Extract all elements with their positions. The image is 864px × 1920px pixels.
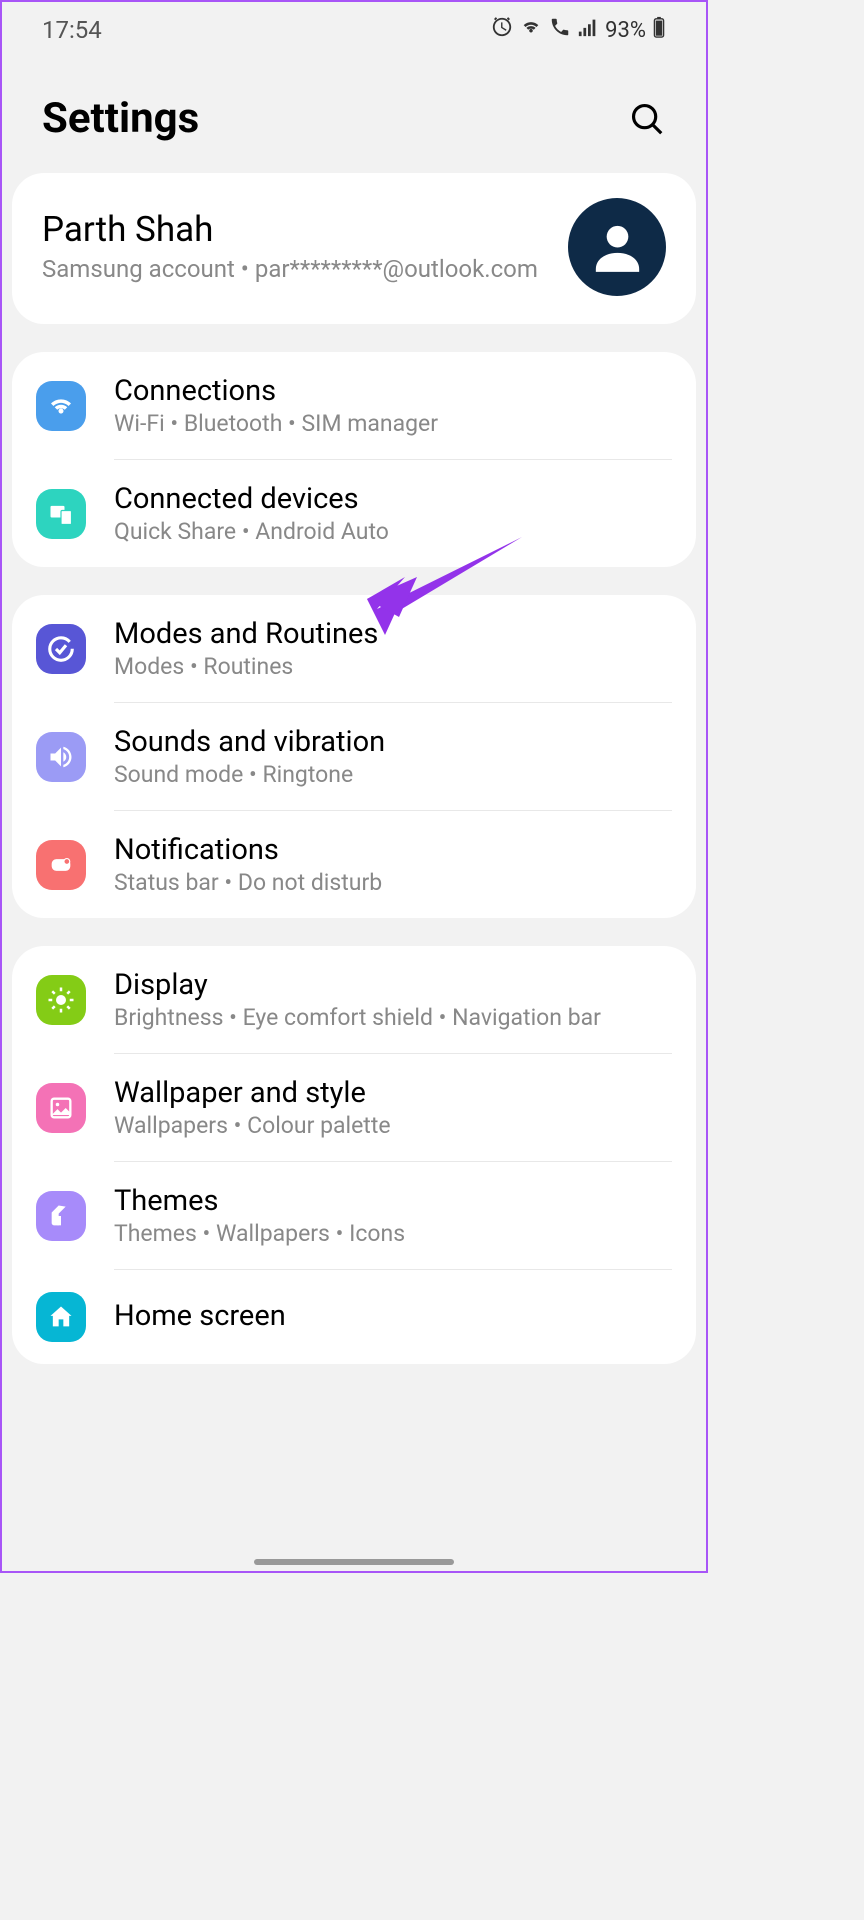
- themes-icon: [36, 1191, 86, 1241]
- notifications-icon: [36, 840, 86, 890]
- settings-item[interactable]: Notifications Status bar • Do not distur…: [12, 811, 696, 918]
- item-subtitle: Brightness • Eye comfort shield • Naviga…: [114, 1004, 672, 1031]
- settings-group: Connections Wi-Fi • Bluetooth • SIM mana…: [12, 352, 696, 567]
- nav-bar-handle[interactable]: [254, 1559, 454, 1565]
- item-title: Notifications: [114, 833, 672, 867]
- settings-item[interactable]: Modes and Routines Modes • Routines: [12, 595, 696, 702]
- battery-icon: [652, 16, 666, 44]
- home-icon: [36, 1292, 86, 1342]
- item-text: Themes Themes • Wallpapers • Icons: [114, 1184, 672, 1247]
- settings-group: Display Brightness • Eye comfort shield …: [12, 946, 696, 1364]
- sound-icon: [36, 732, 86, 782]
- status-time: 17:54: [42, 16, 102, 44]
- alarm-icon: [491, 16, 513, 44]
- devices-icon: [36, 489, 86, 539]
- item-title: Connected devices: [114, 482, 672, 516]
- item-title: Connections: [114, 374, 672, 408]
- item-text: Home screen: [114, 1299, 672, 1335]
- account-name: Parth Shah: [42, 209, 568, 250]
- settings-item[interactable]: Home screen: [12, 1270, 696, 1364]
- settings-item[interactable]: Display Brightness • Eye comfort shield …: [12, 946, 696, 1053]
- item-subtitle: Quick Share • Android Auto: [114, 518, 672, 545]
- wallpaper-icon: [36, 1083, 86, 1133]
- display-icon: [36, 975, 86, 1025]
- item-text: Wallpaper and style Wallpapers • Colour …: [114, 1076, 672, 1139]
- page-title: Settings: [42, 94, 199, 143]
- item-subtitle: Wallpapers • Colour palette: [114, 1112, 672, 1139]
- item-title: Wallpaper and style: [114, 1076, 672, 1110]
- item-subtitle: Modes • Routines: [114, 653, 672, 680]
- status-icons: 93%: [491, 16, 666, 44]
- item-text: Notifications Status bar • Do not distur…: [114, 833, 672, 896]
- signal-icon: [577, 16, 599, 44]
- item-subtitle: Status bar • Do not disturb: [114, 869, 672, 896]
- battery-percent: 93%: [605, 18, 646, 43]
- account-card[interactable]: Parth Shah Samsung account • par********…: [12, 173, 696, 324]
- item-title: Sounds and vibration: [114, 725, 672, 759]
- item-text: Connected devices Quick Share • Android …: [114, 482, 672, 545]
- search-icon[interactable]: [628, 100, 666, 138]
- status-bar: 17:54 93%: [2, 2, 706, 54]
- settings-group: Modes and Routines Modes • Routines Soun…: [12, 595, 696, 918]
- item-title: Themes: [114, 1184, 672, 1218]
- item-title: Display: [114, 968, 672, 1002]
- item-subtitle: Wi-Fi • Bluetooth • SIM manager: [114, 410, 672, 437]
- item-subtitle: Sound mode • Ringtone: [114, 761, 672, 788]
- wifi-icon: [519, 16, 543, 44]
- settings-item[interactable]: Sounds and vibration Sound mode • Ringto…: [12, 703, 696, 810]
- settings-item[interactable]: Connected devices Quick Share • Android …: [12, 460, 696, 567]
- item-text: Display Brightness • Eye comfort shield …: [114, 968, 672, 1031]
- avatar: [568, 198, 666, 296]
- page-header: Settings: [2, 54, 706, 173]
- account-subtitle: Samsung account • par*********@outlook.c…: [42, 254, 568, 285]
- item-title: Modes and Routines: [114, 617, 672, 651]
- account-info: Parth Shah Samsung account • par********…: [42, 209, 568, 285]
- item-text: Modes and Routines Modes • Routines: [114, 617, 672, 680]
- item-text: Sounds and vibration Sound mode • Ringto…: [114, 725, 672, 788]
- settings-item[interactable]: Themes Themes • Wallpapers • Icons: [12, 1162, 696, 1269]
- item-subtitle: Themes • Wallpapers • Icons: [114, 1220, 672, 1247]
- item-title: Home screen: [114, 1299, 672, 1333]
- call-icon: [549, 16, 571, 44]
- settings-item[interactable]: Wallpaper and style Wallpapers • Colour …: [12, 1054, 696, 1161]
- settings-item[interactable]: Connections Wi-Fi • Bluetooth • SIM mana…: [12, 352, 696, 459]
- wifi-icon: [36, 381, 86, 431]
- routines-icon: [36, 624, 86, 674]
- item-text: Connections Wi-Fi • Bluetooth • SIM mana…: [114, 374, 672, 437]
